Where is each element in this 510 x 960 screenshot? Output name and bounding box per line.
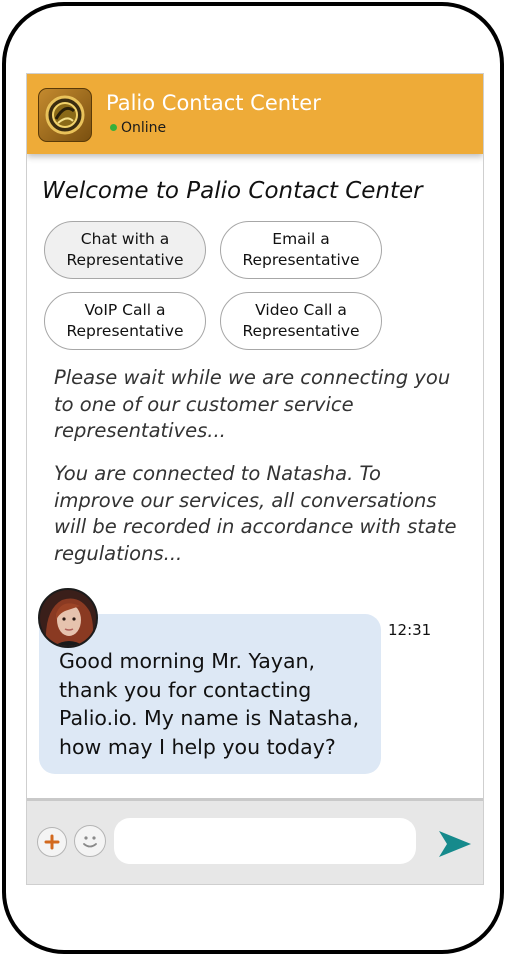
agent-avatar bbox=[38, 588, 98, 648]
chat-representative-label: Chat with a Representative bbox=[66, 230, 184, 269]
message-timestamp: 12:31 bbox=[388, 621, 432, 639]
voip-call-representative-label: VoIP Call a Representative bbox=[66, 301, 184, 340]
status-label: Online bbox=[121, 120, 167, 136]
plus-icon bbox=[44, 834, 60, 850]
smiley-icon bbox=[83, 836, 97, 848]
palio-logo-icon bbox=[38, 88, 92, 142]
send-arrow-icon bbox=[439, 831, 471, 857]
welcome-heading: Welcome to Palio Contact Center bbox=[42, 178, 423, 204]
connecting-message: Please wait while we are connecting you … bbox=[54, 366, 451, 442]
video-call-representative-label: Video Call a Representative bbox=[242, 301, 360, 340]
email-representative-label: Email a Representative bbox=[242, 230, 360, 269]
header-title: Palio Contact Center bbox=[106, 91, 321, 115]
voip-call-representative-button[interactable]: VoIP Call a Representative bbox=[44, 292, 206, 350]
chat-header: Palio Contact Center Online bbox=[27, 74, 483, 154]
online-dot-icon bbox=[110, 123, 117, 131]
email-representative-button[interactable]: Email a Representative bbox=[220, 221, 382, 279]
attach-button[interactable] bbox=[37, 827, 67, 857]
chat-representative-button[interactable]: Chat with a Representative bbox=[44, 221, 206, 279]
message-input[interactable] bbox=[114, 818, 416, 864]
send-button[interactable] bbox=[437, 829, 473, 859]
online-status: Online bbox=[110, 120, 166, 136]
video-call-representative-button[interactable]: Video Call a Representative bbox=[220, 292, 382, 350]
composer-bar bbox=[27, 798, 483, 884]
connected-message: You are connected to Natasha. To improve… bbox=[54, 462, 457, 565]
chat-widget: Palio Contact Center Online Welcome to P… bbox=[26, 73, 484, 885]
agent-message-text: Good morning Mr. Yayan, thank you for co… bbox=[59, 649, 360, 759]
emoji-button[interactable] bbox=[74, 825, 106, 857]
